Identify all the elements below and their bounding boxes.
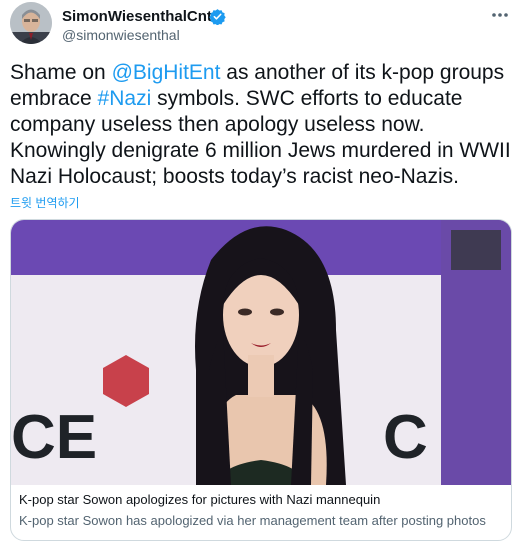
avatar-image xyxy=(10,2,52,44)
card-title[interactable]: K-pop star Sowon apologizes for pictures… xyxy=(19,492,380,507)
backdrop-text-left: CE xyxy=(11,403,97,472)
handle[interactable]: @simonwiesenthal xyxy=(62,27,180,43)
verified-badge-icon xyxy=(209,9,226,25)
tweet-header: SimonWiesenthalCntr @simonwiesenthal xyxy=(10,2,510,46)
card-image[interactable]: CE C xyxy=(11,220,511,485)
backdrop-text-right: C xyxy=(383,403,428,472)
more-options-icon[interactable] xyxy=(490,8,510,22)
mention-link[interactable]: @BigHitEnt xyxy=(112,61,221,84)
display-name[interactable]: SimonWiesenthalCntr xyxy=(62,8,218,25)
card-description: K-pop star Sowon has apologized via her … xyxy=(19,513,486,528)
hashtag-link[interactable]: #Nazi xyxy=(98,87,152,110)
translate-tweet-link[interactable]: 트윗 번역하기 xyxy=(10,194,80,211)
tweet-text: Shame on @BigHitEnt as another of its k-… xyxy=(10,60,515,190)
link-preview-card[interactable]: CE C K-pop star Sowon apologizes for pic… xyxy=(10,219,512,541)
avatar[interactable] xyxy=(10,2,52,44)
tweet: SimonWiesenthalCntr @simonwiesenthal Sha… xyxy=(0,0,519,541)
tweet-text-part: Shame on xyxy=(10,61,112,84)
